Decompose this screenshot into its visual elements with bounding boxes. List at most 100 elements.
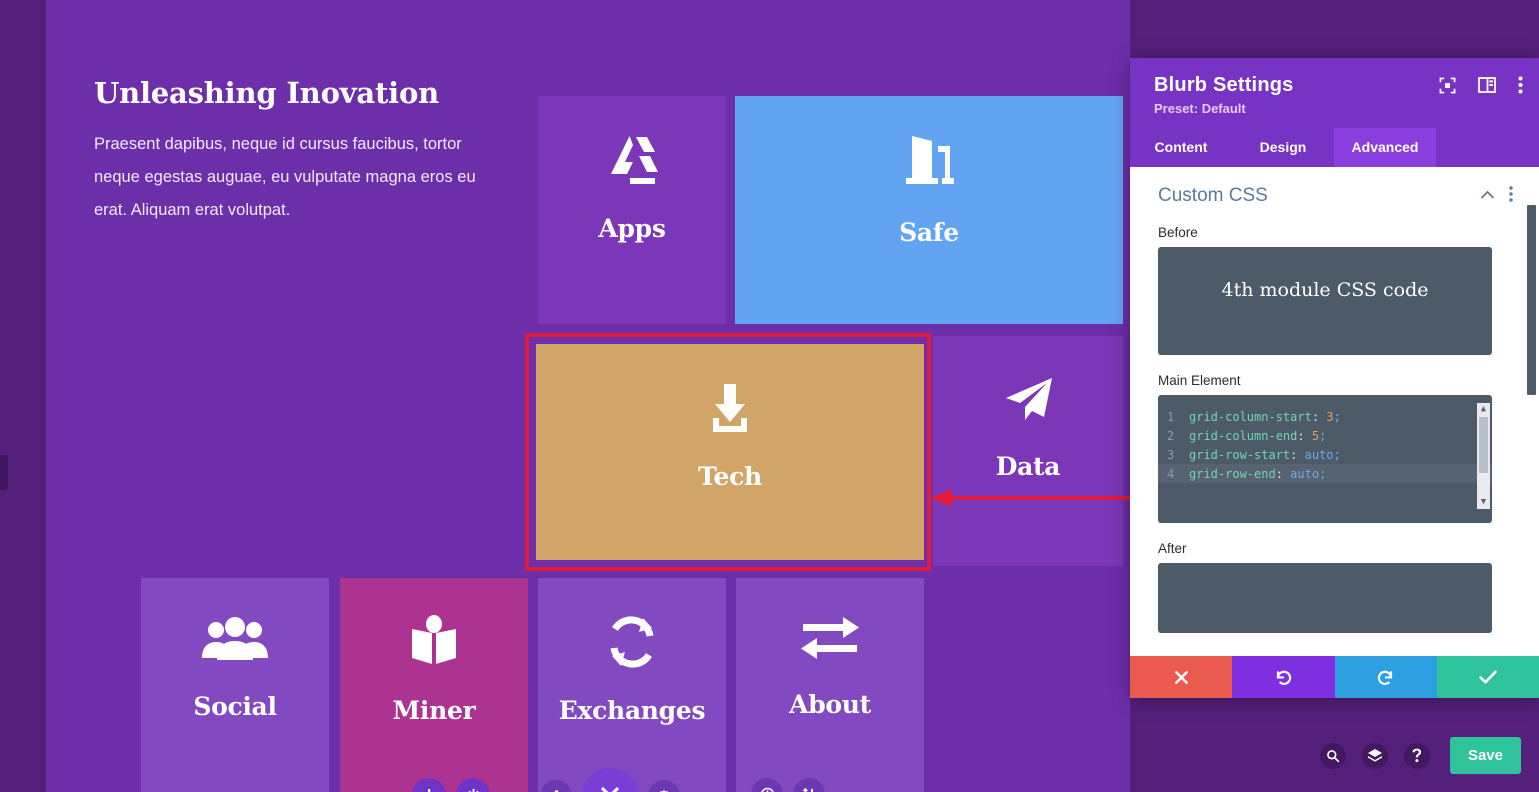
tab-design[interactable]: Design <box>1232 128 1334 167</box>
module-toolbar-miner <box>412 778 490 792</box>
swap-arrows-icon <box>797 614 863 664</box>
panel-body: Custom CSS Before 4th module CSS code Ma… <box>1130 167 1539 656</box>
blurb-title: Social <box>193 692 277 721</box>
panel-action-bar <box>1130 656 1539 698</box>
section-title: Custom CSS <box>1158 185 1268 206</box>
before-css-textarea[interactable]: 4th module CSS code <box>1158 247 1492 355</box>
blurb-card-apps[interactable]: Apps <box>538 96 726 324</box>
before-field-label: Before <box>1158 225 1198 240</box>
close-x-icon[interactable] <box>582 768 638 792</box>
page-save-button[interactable]: Save <box>1449 737 1521 774</box>
annotation-note: 4th module CSS code <box>1221 279 1429 301</box>
blurb-title: Apps <box>598 214 666 243</box>
code-line: 3 grid-row-start: auto; <box>1167 447 1341 462</box>
refresh-cycle-icon <box>603 614 661 670</box>
scroll-up-icon[interactable]: ▲ <box>1481 405 1486 414</box>
editor-scrollbar[interactable]: ▲ ▼ <box>1477 403 1490 509</box>
gear-icon[interactable] <box>648 780 680 792</box>
blurb-card-exchanges[interactable]: Exchanges <box>538 578 726 792</box>
help-icon[interactable] <box>1403 742 1430 769</box>
section-controls <box>1480 185 1513 207</box>
panel-scrollbar-thumb[interactable] <box>1527 205 1536 395</box>
scroll-down-icon[interactable]: ▼ <box>1481 498 1486 507</box>
power-icon[interactable] <box>456 778 490 792</box>
code-line: 4 grid-row-end: auto; <box>1158 464 1492 483</box>
panel-header-icons <box>1439 76 1523 94</box>
triangle-layers-icon <box>603 132 661 188</box>
trash-icon[interactable] <box>540 780 572 792</box>
open-book-icon <box>405 614 463 670</box>
chevron-up-icon[interactable] <box>1480 187 1495 205</box>
blurb-card-data[interactable]: Data <box>933 336 1123 566</box>
css-property: grid-column-end <box>1189 428 1298 443</box>
after-field-label: After <box>1158 541 1187 556</box>
blurb-title: Miner <box>392 696 476 725</box>
intro-block: Unleashing Inovation Praesent dapibus, n… <box>94 76 494 227</box>
css-value: 5 <box>1311 428 1320 443</box>
scrollbar-thumb[interactable] <box>1479 417 1488 473</box>
blurb-title: Data <box>995 452 1061 481</box>
redo-button[interactable] <box>1334 656 1437 698</box>
code-line: 1 grid-column-start: 3; <box>1167 409 1341 424</box>
module-toolbar-exchanges <box>540 768 680 792</box>
line-number: 1 <box>1167 409 1175 424</box>
intro-paragraph: Praesent dapibus, neque id cursus faucib… <box>94 135 476 219</box>
main-element-css-editor[interactable]: 1 grid-column-start: 3; 2 grid-column-en… <box>1158 395 1492 523</box>
kebab-menu-icon[interactable] <box>1509 185 1513 207</box>
search-icon[interactable] <box>1319 742 1346 769</box>
panel-header: Blurb Settings Preset: Default <box>1130 58 1539 128</box>
plus-icon[interactable] <box>412 778 446 792</box>
blurb-title: Exchanges <box>558 696 706 725</box>
line-number: 3 <box>1167 447 1175 462</box>
panel-preset-selector[interactable]: Preset: Default <box>1154 101 1519 116</box>
css-property: grid-column-start <box>1189 409 1312 424</box>
blurb-card-social[interactable]: Social <box>141 578 329 792</box>
after-css-textarea[interactable] <box>1158 563 1492 633</box>
builder-bottom-bar: Save <box>1319 737 1521 774</box>
code-editor[interactable]: 1 grid-column-start: 3; 2 grid-column-en… <box>1158 399 1492 513</box>
blurb-settings-panel: Blurb Settings Preset: Default Content D… <box>1130 58 1539 698</box>
save-settings-button[interactable] <box>1436 656 1539 698</box>
download-icon <box>701 380 759 436</box>
blurb-grid: Unleashing Inovation Praesent dapibus, n… <box>46 48 1130 792</box>
blurb-title: About <box>789 690 871 719</box>
css-value: auto <box>1304 447 1334 462</box>
kebab-menu-icon[interactable] <box>1518 76 1523 94</box>
blurb-title: Tech <box>698 462 762 491</box>
blurb-card-about[interactable]: About <box>736 578 924 792</box>
css-value: auto <box>1290 466 1320 481</box>
paper-plane-icon <box>1000 372 1056 426</box>
code-line: 2 grid-column-end: 5; <box>1167 428 1327 443</box>
left-edge-handle[interactable] <box>0 455 8 490</box>
blurb-card-miner[interactable]: Miner <box>340 578 528 792</box>
css-property: grid-row-end <box>1189 466 1276 481</box>
blurb-card-safe[interactable]: Safe <box>735 96 1123 324</box>
line-number: 2 <box>1167 428 1175 443</box>
open-door-icon <box>898 132 960 192</box>
panel-scroll-area: Custom CSS Before 4th module CSS code Ma… <box>1130 167 1539 633</box>
page-canvas: Unleashing Inovation Praesent dapibus, n… <box>46 0 1130 792</box>
blurb-title: Safe <box>899 218 959 247</box>
custom-css-section-header: Custom CSS <box>1158 185 1513 207</box>
move-updown-icon[interactable] <box>793 778 825 792</box>
cancel-button[interactable] <box>1130 656 1233 698</box>
css-property: grid-row-start <box>1189 447 1291 462</box>
line-number: 4 <box>1167 466 1175 481</box>
clock-icon[interactable] <box>751 778 783 792</box>
page-title: Unleashing Inovation <box>94 76 439 110</box>
tab-content[interactable]: Content <box>1130 128 1232 167</box>
tab-advanced[interactable]: Advanced <box>1334 128 1436 167</box>
builder-screen: Unleashing Inovation Praesent dapibus, n… <box>0 0 1539 792</box>
panel-tabs: Content Design Advanced <box>1130 128 1539 167</box>
fullscreen-icon[interactable] <box>1439 77 1456 94</box>
panel-layout-icon[interactable] <box>1478 77 1496 93</box>
main-element-field-label: Main Element <box>1158 373 1241 388</box>
module-toolbar-about <box>751 778 825 792</box>
page-section: Unleashing Inovation Praesent dapibus, n… <box>46 0 1130 792</box>
undo-button[interactable] <box>1232 656 1335 698</box>
blurb-card-tech[interactable]: Tech <box>536 344 924 560</box>
layers-icon[interactable] <box>1361 742 1388 769</box>
code-lines: 1 grid-column-start: 3; 2 grid-column-en… <box>1158 399 1492 483</box>
group-people-icon <box>199 614 271 666</box>
css-value: 3 <box>1326 409 1334 424</box>
